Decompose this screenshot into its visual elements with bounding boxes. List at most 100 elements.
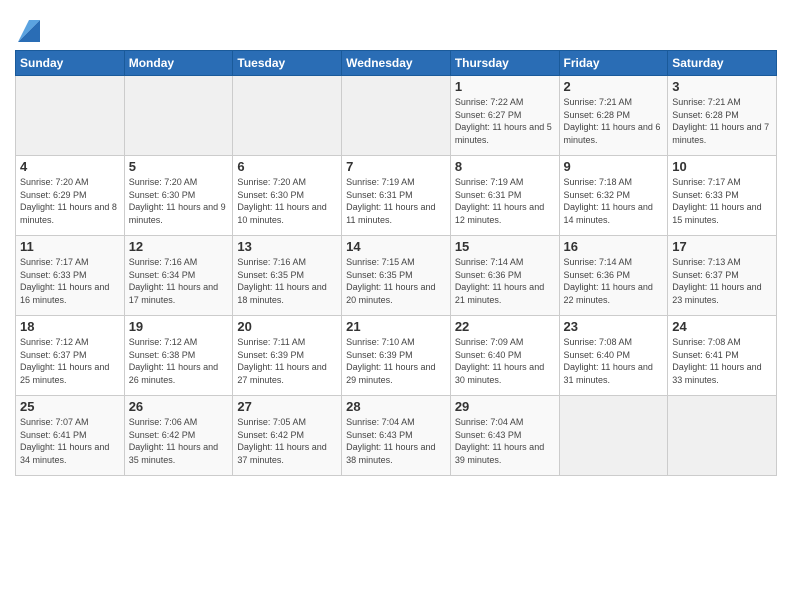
calendar-cell: 12 Sunrise: 7:16 AM Sunset: 6:34 PM Dayli…	[124, 236, 233, 316]
week-row-4: 25Sunrise: 7:07 AM Sunset: 6:41 PM Dayli…	[16, 396, 777, 476]
calendar-cell	[559, 396, 668, 476]
day-info: Sunrise: 7:06 AM Sunset: 6:42 PM Dayligh…	[129, 416, 229, 466]
day-number: 2	[564, 79, 664, 94]
calendar-cell: 15 Sunrise: 7:14 AM Sunset: 6:36 PM Dayli…	[450, 236, 559, 316]
day-number: 18	[20, 319, 120, 334]
day-number: 9	[564, 159, 664, 174]
day-info: Sunrise: 7:20 AM Sunset: 6:30 PM Dayligh…	[237, 176, 337, 226]
day-number: 6	[237, 159, 337, 174]
day-number: 23	[564, 319, 664, 334]
calendar-cell: 29 Sunrise: 7:04 AM Sunset: 6:43 PM Dayli…	[450, 396, 559, 476]
calendar-cell: 22 Sunrise: 7:09 AM Sunset: 6:40 PM Dayli…	[450, 316, 559, 396]
day-info: Sunrise: 7:12 AM Sunset: 6:38 PM Dayligh…	[129, 336, 229, 386]
header-cell-monday: Monday	[124, 51, 233, 76]
day-number: 4	[20, 159, 120, 174]
day-info: Sunrise: 7:08 AM Sunset: 6:40 PM Dayligh…	[564, 336, 664, 386]
calendar-cell: 10 Sunrise: 7:17 AM Sunset: 6:33 PM Dayli…	[668, 156, 777, 236]
day-number: 29	[455, 399, 555, 414]
day-info: Sunrise: 7:17 AM Sunset: 6:33 PM Dayligh…	[20, 256, 120, 306]
day-number: 22	[455, 319, 555, 334]
week-row-1: 4Sunrise: 7:20 AM Sunset: 6:29 PM Daylig…	[16, 156, 777, 236]
week-row-3: 18 Sunrise: 7:12 AM Sunset: 6:37 PM Dayli…	[16, 316, 777, 396]
day-number: 27	[237, 399, 337, 414]
day-info: Sunrise: 7:21 AM Sunset: 6:28 PM Dayligh…	[672, 96, 772, 146]
day-number: 10	[672, 159, 772, 174]
calendar-cell	[668, 396, 777, 476]
calendar-cell	[124, 76, 233, 156]
calendar-cell: 5Sunrise: 7:20 AM Sunset: 6:30 PM Daylig…	[124, 156, 233, 236]
calendar-cell: 26 Sunrise: 7:06 AM Sunset: 6:42 PM Dayli…	[124, 396, 233, 476]
day-number: 28	[346, 399, 446, 414]
header-cell-tuesday: Tuesday	[233, 51, 342, 76]
day-number: 21	[346, 319, 446, 334]
day-info: Sunrise: 7:10 AM Sunset: 6:39 PM Dayligh…	[346, 336, 446, 386]
calendar-cell: 20 Sunrise: 7:11 AM Sunset: 6:39 PM Dayli…	[233, 316, 342, 396]
day-number: 14	[346, 239, 446, 254]
day-info: Sunrise: 7:17 AM Sunset: 6:33 PM Dayligh…	[672, 176, 772, 226]
day-info: Sunrise: 7:14 AM Sunset: 6:36 PM Dayligh…	[455, 256, 555, 306]
day-number: 16	[564, 239, 664, 254]
calendar-cell: 25Sunrise: 7:07 AM Sunset: 6:41 PM Dayli…	[16, 396, 125, 476]
calendar-cell: 17 Sunrise: 7:13 AM Sunset: 6:37 PM Dayli…	[668, 236, 777, 316]
day-number: 15	[455, 239, 555, 254]
header-cell-thursday: Thursday	[450, 51, 559, 76]
day-info: Sunrise: 7:20 AM Sunset: 6:30 PM Dayligh…	[129, 176, 229, 226]
day-number: 17	[672, 239, 772, 254]
calendar-cell: 1 Sunrise: 7:22 AM Sunset: 6:27 PM Daylig…	[450, 76, 559, 156]
calendar-cell: 28Sunrise: 7:04 AM Sunset: 6:43 PM Dayli…	[342, 396, 451, 476]
day-info: Sunrise: 7:22 AM Sunset: 6:27 PM Dayligh…	[455, 96, 555, 146]
calendar-cell: 21 Sunrise: 7:10 AM Sunset: 6:39 PM Dayli…	[342, 316, 451, 396]
day-info: Sunrise: 7:09 AM Sunset: 6:40 PM Dayligh…	[455, 336, 555, 386]
day-info: Sunrise: 7:05 AM Sunset: 6:42 PM Dayligh…	[237, 416, 337, 466]
calendar-cell	[16, 76, 125, 156]
day-number: 7	[346, 159, 446, 174]
header-cell-friday: Friday	[559, 51, 668, 76]
header-cell-saturday: Saturday	[668, 51, 777, 76]
day-info: Sunrise: 7:21 AM Sunset: 6:28 PM Dayligh…	[564, 96, 664, 146]
calendar-cell: 19Sunrise: 7:12 AM Sunset: 6:38 PM Dayli…	[124, 316, 233, 396]
day-info: Sunrise: 7:18 AM Sunset: 6:32 PM Dayligh…	[564, 176, 664, 226]
week-row-2: 11Sunrise: 7:17 AM Sunset: 6:33 PM Dayli…	[16, 236, 777, 316]
day-number: 3	[672, 79, 772, 94]
day-info: Sunrise: 7:14 AM Sunset: 6:36 PM Dayligh…	[564, 256, 664, 306]
calendar-cell: 14 Sunrise: 7:15 AM Sunset: 6:35 PM Dayli…	[342, 236, 451, 316]
calendar-cell: 23 Sunrise: 7:08 AM Sunset: 6:40 PM Dayli…	[559, 316, 668, 396]
calendar-cell: 4Sunrise: 7:20 AM Sunset: 6:29 PM Daylig…	[16, 156, 125, 236]
day-number: 12	[129, 239, 229, 254]
logo-icon	[18, 10, 40, 42]
day-number: 20	[237, 319, 337, 334]
day-number: 1	[455, 79, 555, 94]
day-number: 25	[20, 399, 120, 414]
day-info: Sunrise: 7:19 AM Sunset: 6:31 PM Dayligh…	[455, 176, 555, 226]
day-info: Sunrise: 7:11 AM Sunset: 6:39 PM Dayligh…	[237, 336, 337, 386]
calendar-table: SundayMondayTuesdayWednesdayThursdayFrid…	[15, 50, 777, 476]
calendar-cell: 2 Sunrise: 7:21 AM Sunset: 6:28 PM Daylig…	[559, 76, 668, 156]
day-info: Sunrise: 7:16 AM Sunset: 6:35 PM Dayligh…	[237, 256, 337, 306]
header-row: SundayMondayTuesdayWednesdayThursdayFrid…	[16, 51, 777, 76]
calendar-cell: 6 Sunrise: 7:20 AM Sunset: 6:30 PM Daylig…	[233, 156, 342, 236]
calendar-cell: 13Sunrise: 7:16 AM Sunset: 6:35 PM Dayli…	[233, 236, 342, 316]
day-number: 8	[455, 159, 555, 174]
header-cell-wednesday: Wednesday	[342, 51, 451, 76]
header-cell-sunday: Sunday	[16, 51, 125, 76]
day-number: 26	[129, 399, 229, 414]
day-number: 24	[672, 319, 772, 334]
logo	[15, 10, 40, 42]
day-info: Sunrise: 7:12 AM Sunset: 6:37 PM Dayligh…	[20, 336, 120, 386]
calendar-cell: 3 Sunrise: 7:21 AM Sunset: 6:28 PM Daylig…	[668, 76, 777, 156]
calendar-cell	[233, 76, 342, 156]
header	[15, 10, 777, 42]
day-info: Sunrise: 7:04 AM Sunset: 6:43 PM Dayligh…	[455, 416, 555, 466]
calendar-cell: 11Sunrise: 7:17 AM Sunset: 6:33 PM Dayli…	[16, 236, 125, 316]
calendar-cell: 24 Sunrise: 7:08 AM Sunset: 6:41 PM Dayli…	[668, 316, 777, 396]
calendar-cell: 7Sunrise: 7:19 AM Sunset: 6:31 PM Daylig…	[342, 156, 451, 236]
calendar-cell: 8 Sunrise: 7:19 AM Sunset: 6:31 PM Daylig…	[450, 156, 559, 236]
day-info: Sunrise: 7:08 AM Sunset: 6:41 PM Dayligh…	[672, 336, 772, 386]
calendar-cell	[342, 76, 451, 156]
calendar-cell: 9 Sunrise: 7:18 AM Sunset: 6:32 PM Daylig…	[559, 156, 668, 236]
day-info: Sunrise: 7:13 AM Sunset: 6:37 PM Dayligh…	[672, 256, 772, 306]
week-row-0: 1 Sunrise: 7:22 AM Sunset: 6:27 PM Daylig…	[16, 76, 777, 156]
calendar-cell: 16 Sunrise: 7:14 AM Sunset: 6:36 PM Dayli…	[559, 236, 668, 316]
day-info: Sunrise: 7:15 AM Sunset: 6:35 PM Dayligh…	[346, 256, 446, 306]
day-info: Sunrise: 7:16 AM Sunset: 6:34 PM Dayligh…	[129, 256, 229, 306]
